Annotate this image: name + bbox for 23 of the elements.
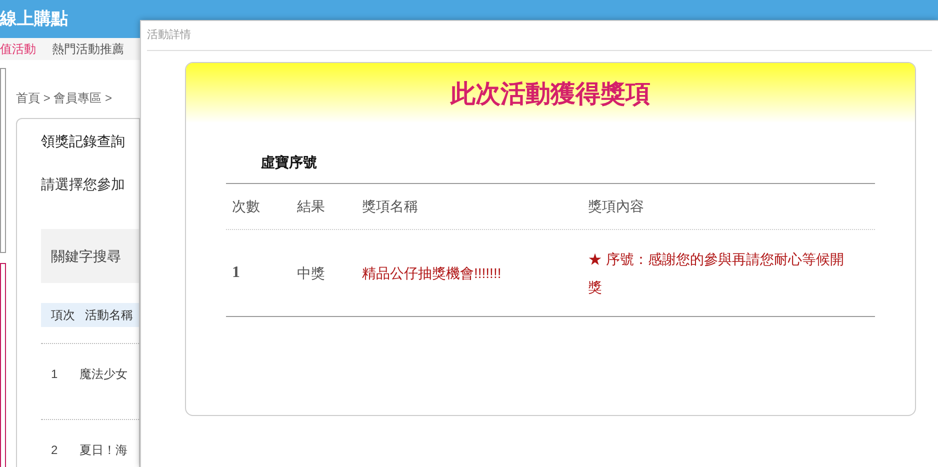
column-header: 次數	[232, 197, 261, 216]
column-header: 活動名稱	[85, 307, 133, 324]
prize-name: 精品公仔抽獎機會!!!!!!!	[362, 264, 502, 282]
dialog-heading: 此次活動獲得獎項	[450, 79, 650, 110]
column-header: 獎項內容	[588, 197, 645, 216]
table-cell-text: 1	[232, 263, 241, 283]
table-cell-text: 2	[51, 442, 58, 458]
breadcrumb: 首頁 > 會員專區 >	[16, 91, 112, 105]
column-header: 項次	[51, 307, 75, 324]
column-header: 獎項名稱	[362, 197, 419, 216]
prize-content: ★ 序號：感謝您的參與再請您耐心等候開獎	[588, 250, 845, 297]
table-cell-text: 中獎	[297, 264, 326, 282]
table-cell-text: 魔法少女	[80, 366, 128, 382]
column-header: 結果	[297, 197, 326, 216]
table-cell-text: 夏日！海	[80, 442, 128, 458]
section-label: 虛寶序號	[261, 154, 317, 170]
dialog-title: 活動詳情	[147, 28, 191, 44]
table-cell-text: 1	[51, 366, 58, 382]
subnav-link[interactable]: 熱門活動推薦	[52, 40, 124, 58]
page-title: 領獎記錄查詢	[41, 132, 126, 151]
subnav-link[interactable]: 值活動	[0, 40, 36, 58]
prompt-text: 請選擇您參加	[41, 175, 126, 194]
search-label: 關鍵字搜尋	[51, 246, 121, 266]
